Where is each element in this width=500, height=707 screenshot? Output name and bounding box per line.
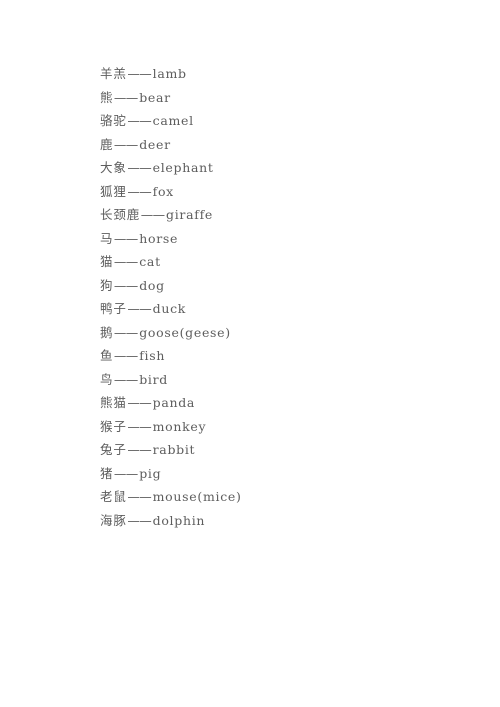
vocab-chinese-term: 猴子	[100, 418, 127, 434]
vocab-line: 兔子—— rabbit	[100, 438, 480, 462]
vocab-english-term: duck	[152, 301, 187, 316]
vocab-separator: ——	[127, 512, 152, 528]
vocab-chinese-term: 鸟	[100, 371, 114, 387]
vocab-chinese-term: 鱼	[100, 348, 114, 363]
vocab-line: 鹿—— deer	[100, 133, 480, 157]
vocab-separator: ——	[127, 301, 152, 316]
vocab-separator: ——	[127, 418, 152, 434]
vocab-separator: ——	[113, 465, 138, 481]
vocab-line: 熊—— bear	[100, 86, 480, 110]
vocab-separator: ——	[127, 160, 152, 175]
vocab-chinese-term: 猪	[100, 465, 114, 481]
vocab-line: 长颈鹿—— giraffe	[100, 203, 480, 227]
vocab-line: 羊羔—— lamb	[100, 62, 480, 86]
vocab-line: 老鼠—— mouse(mice)	[100, 485, 480, 509]
vocab-chinese-term: 熊猫	[100, 395, 127, 410]
vocab-english-term: fish	[139, 348, 166, 363]
vocab-chinese-term: 鹅	[100, 324, 114, 340]
document-page: 羊羔—— lamb 熊—— bear 骆驼—— camel 鹿—— deer 大象—— eleph…	[0, 0, 500, 707]
vocab-english-term: pig	[139, 465, 162, 481]
vocab-english-term: bird	[139, 371, 168, 387]
vocab-english-term: elephant	[152, 160, 214, 175]
vocab-line: 狗—— dog	[100, 274, 480, 298]
vocab-separator: ——	[113, 371, 138, 387]
vocab-chinese-term: 猫	[100, 254, 114, 269]
vocab-separator: ——	[113, 348, 138, 363]
vocab-line: 鸭子—— duck	[100, 297, 480, 321]
vocab-chinese-term: 狐狸	[100, 183, 127, 199]
vocab-english-term: cat	[139, 254, 161, 269]
vocab-english-term: fox	[152, 183, 174, 199]
vocab-separator: ——	[127, 489, 152, 504]
vocab-chinese-term: 马	[100, 230, 114, 246]
vocab-separator: ——	[127, 66, 152, 81]
vocab-separator: ——	[140, 207, 165, 222]
vocab-english-term: dolphin	[152, 512, 206, 528]
vocab-english-term: goose(geese)	[139, 324, 231, 340]
vocab-english-term: giraffe	[166, 207, 213, 222]
vocab-line: 大象—— elephant	[100, 156, 480, 180]
vocab-separator: ——	[113, 254, 138, 269]
vocab-separator: ——	[113, 136, 138, 152]
vocab-english-term: horse	[139, 230, 179, 246]
vocab-english-term: rabbit	[152, 442, 196, 457]
vocab-line: 鱼—— fish	[100, 344, 480, 368]
vocab-chinese-term: 狗	[100, 277, 114, 293]
vocab-separator: ——	[127, 183, 152, 199]
vocab-line: 海豚—— dolphin	[100, 509, 480, 533]
vocab-line: 狐狸—— fox	[100, 180, 480, 204]
vocab-line: 马—— horse	[100, 227, 480, 251]
vocab-chinese-term: 海豚	[100, 512, 127, 528]
vocab-english-term: camel	[152, 113, 194, 128]
vocab-english-term: lamb	[152, 66, 187, 81]
vocab-line: 鹅—— goose(geese)	[100, 321, 480, 345]
vocab-english-term: dog	[139, 277, 165, 293]
vocab-chinese-term: 长颈鹿	[100, 207, 141, 222]
vocab-chinese-term: 鸭子	[100, 301, 127, 316]
vocab-chinese-term: 大象	[100, 160, 127, 175]
vocab-chinese-term: 鹿	[100, 136, 114, 152]
vocab-line: 骆驼—— camel	[100, 109, 480, 133]
vocab-english-term: mouse(mice)	[152, 489, 242, 504]
vocab-english-term: deer	[139, 136, 171, 152]
vocab-line: 猫—— cat	[100, 250, 480, 274]
vocab-line: 猴子—— monkey	[100, 415, 480, 439]
vocab-chinese-term: 兔子	[100, 442, 127, 457]
vocab-english-term: bear	[139, 89, 171, 105]
vocab-separator: ——	[127, 442, 152, 457]
vocab-separator: ——	[127, 113, 152, 128]
vocab-separator: ——	[113, 277, 138, 293]
vocab-english-term: monkey	[152, 418, 207, 434]
vocab-chinese-term: 老鼠	[100, 489, 127, 504]
vocab-line: 猪—— pig	[100, 462, 480, 486]
vocab-separator: ——	[113, 89, 138, 105]
vocab-separator: ——	[113, 230, 138, 246]
vocab-separator: ——	[127, 395, 152, 410]
vocab-line: 熊猫—— panda	[100, 391, 480, 415]
vocab-chinese-term: 羊羔	[100, 66, 127, 81]
vocab-chinese-term: 熊	[100, 89, 114, 105]
vocab-line: 鸟—— bird	[100, 368, 480, 392]
vocab-english-term: panda	[152, 395, 196, 410]
vocabulary-list: 羊羔—— lamb 熊—— bear 骆驼—— camel 鹿—— deer 大象—— eleph…	[100, 62, 480, 532]
vocab-chinese-term: 骆驼	[100, 113, 127, 128]
vocab-separator: ——	[113, 324, 138, 340]
